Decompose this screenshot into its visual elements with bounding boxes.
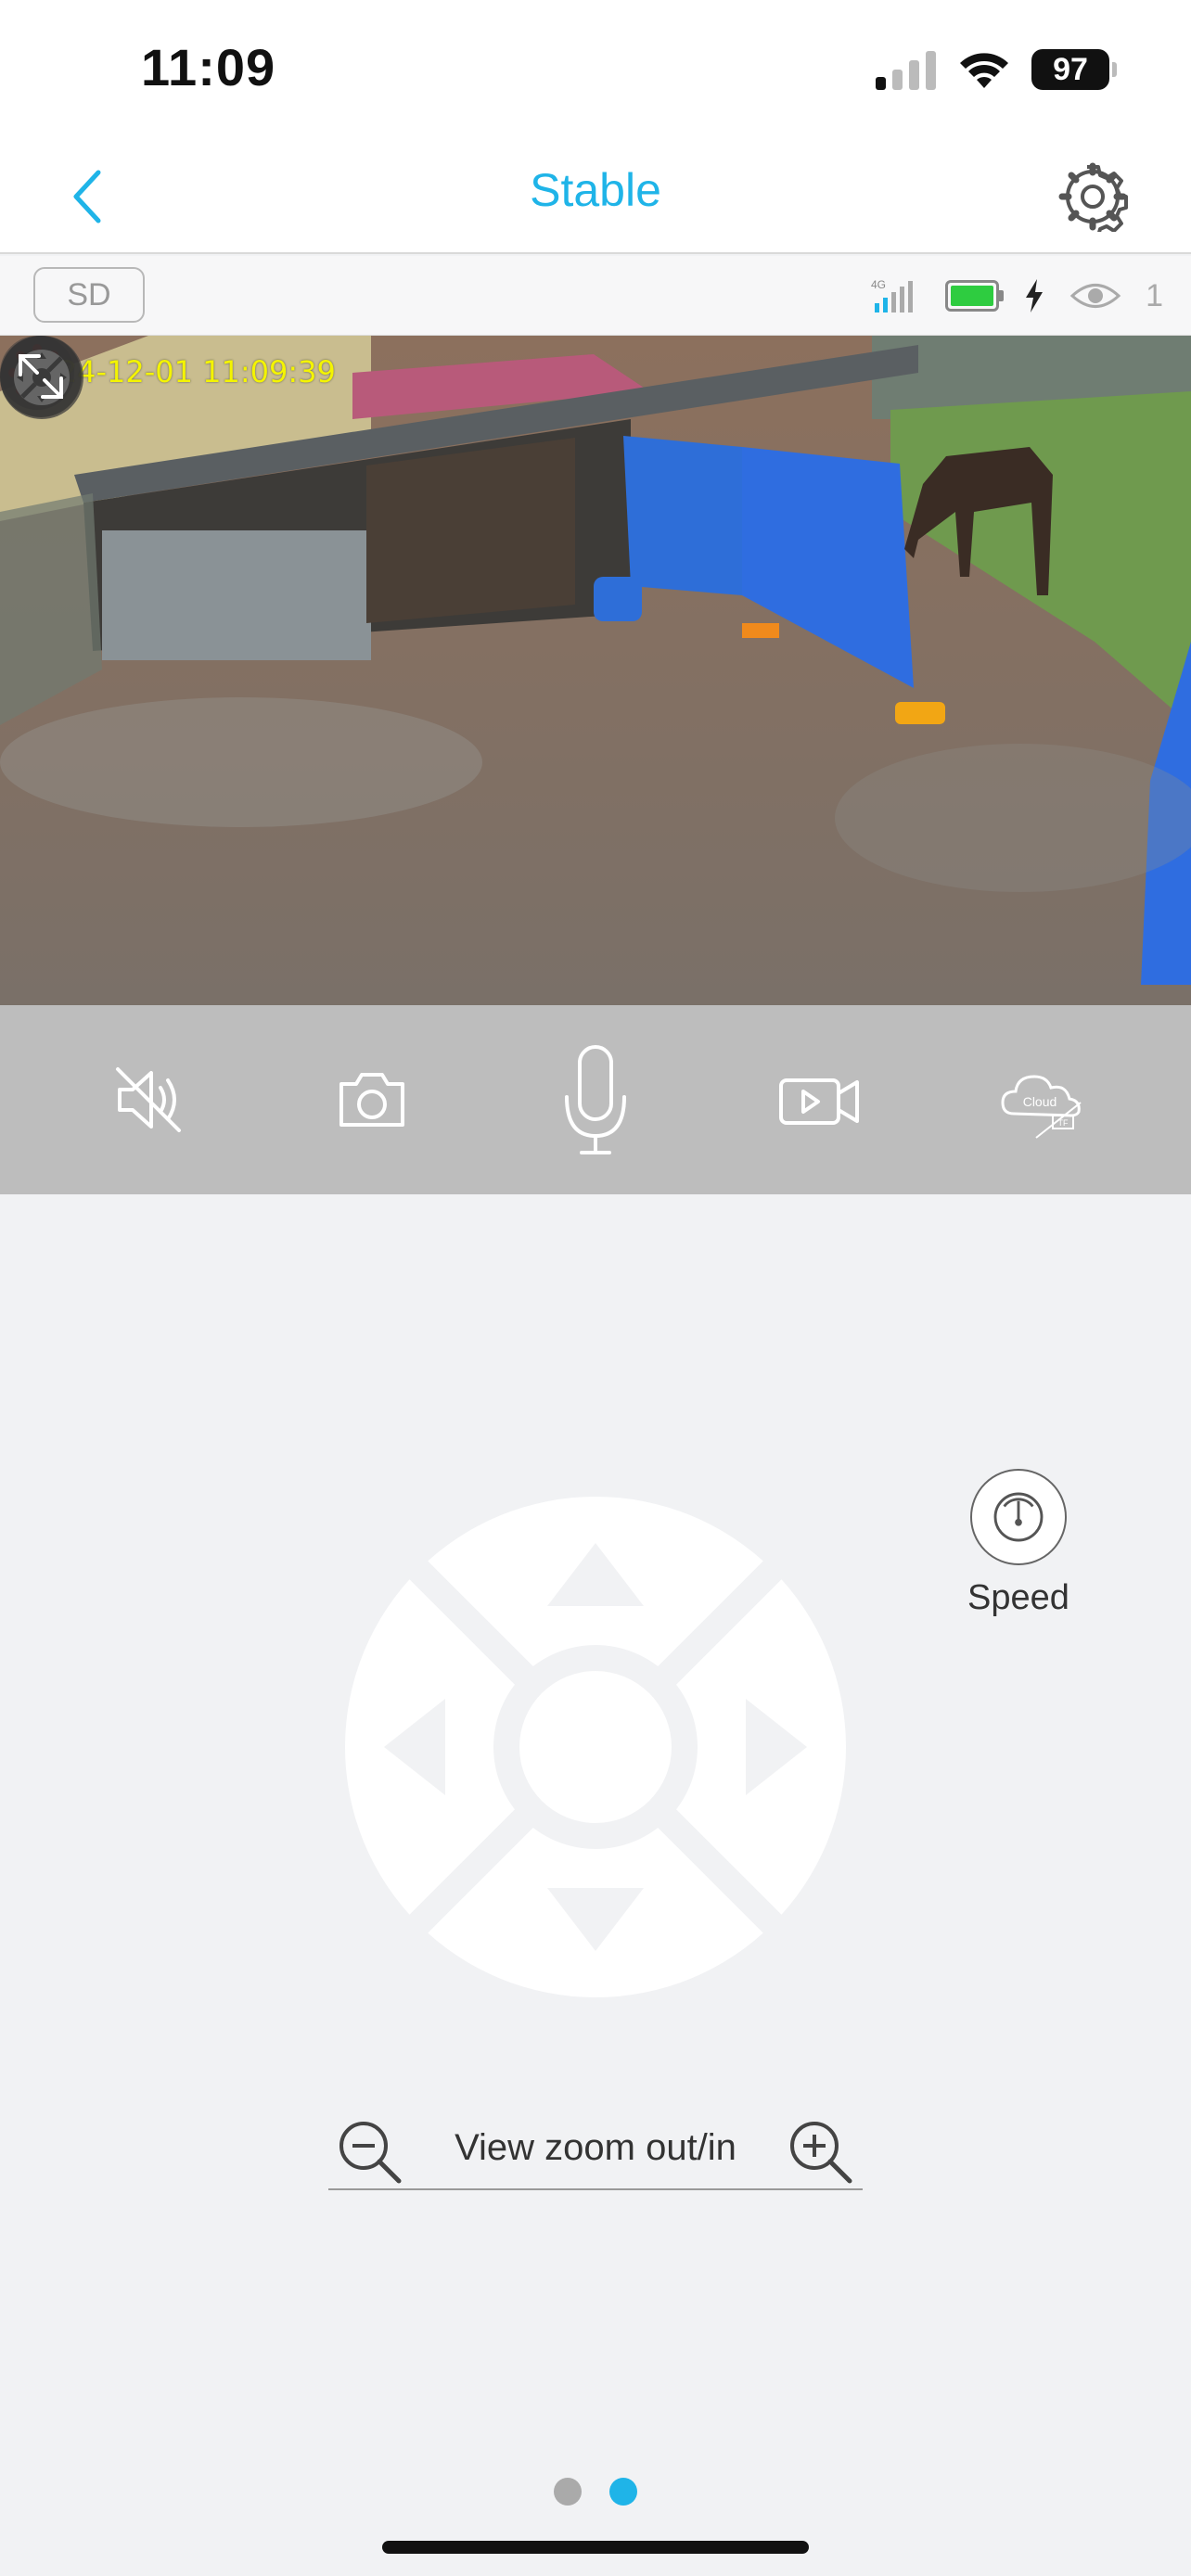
ptz-joystick[interactable] [345, 1497, 846, 1997]
camera-live-feed[interactable]: 2024-12-01 11:09:39 [0, 336, 1191, 1005]
stream-info-bar: SD 4G 1 [0, 256, 1191, 336]
cellular-signal-icon [876, 51, 936, 90]
page-title: Stable [530, 164, 661, 216]
snapshot-camera-icon[interactable] [321, 1049, 423, 1151]
cloud-tf-storage-icon[interactable]: Cloud TF [992, 1049, 1094, 1151]
status-time: 11:09 [141, 38, 276, 96]
status-indicators: 97 [876, 46, 1117, 93]
charging-bolt-icon [1026, 279, 1044, 312]
zoom-control: View zoom out/in [328, 2112, 863, 2190]
viewers-eye-icon [1069, 284, 1121, 308]
cellular-4g-icon: 4G [871, 278, 914, 312]
mute-speaker-icon[interactable] [97, 1049, 199, 1151]
network-type-label: 4G [871, 278, 886, 291]
speed-gauge-icon[interactable] [970, 1469, 1067, 1565]
home-indicator [382, 2541, 809, 2554]
page-indicator [0, 2478, 1191, 2506]
speed-label: Speed [967, 1578, 1069, 1617]
battery-indicator: 97 [1031, 49, 1117, 90]
page-dot[interactable] [554, 2478, 582, 2506]
settings-gear-icon[interactable] [1057, 161, 1128, 232]
camera-scene [0, 336, 1191, 1005]
viewer-count: 1 [1146, 277, 1163, 313]
zoom-in-icon[interactable] [785, 2116, 855, 2187]
microphone-icon[interactable] [544, 1035, 647, 1165]
status-bar: 11:09 97 [0, 0, 1191, 139]
nav-bar: Stable [0, 139, 1191, 254]
sd-quality-button[interactable]: SD [33, 267, 145, 323]
record-video-icon[interactable] [768, 1049, 870, 1151]
wifi-icon [960, 53, 1008, 88]
stream-status: 4G 1 [871, 269, 1163, 323]
app-screen: { "status_bar": {"time": "11:09", "batte… [0, 0, 1191, 2576]
device-battery-icon [945, 280, 1005, 312]
page-dot-active[interactable] [609, 2478, 637, 2506]
fullscreen-expand-icon[interactable] [0, 336, 82, 417]
zoom-label: View zoom out/in [455, 2127, 736, 2168]
cloud-label: Cloud [1022, 1094, 1057, 1109]
camera-toolbar: Cloud TF [0, 1005, 1191, 1194]
zoom-out-icon[interactable] [334, 2116, 404, 2187]
